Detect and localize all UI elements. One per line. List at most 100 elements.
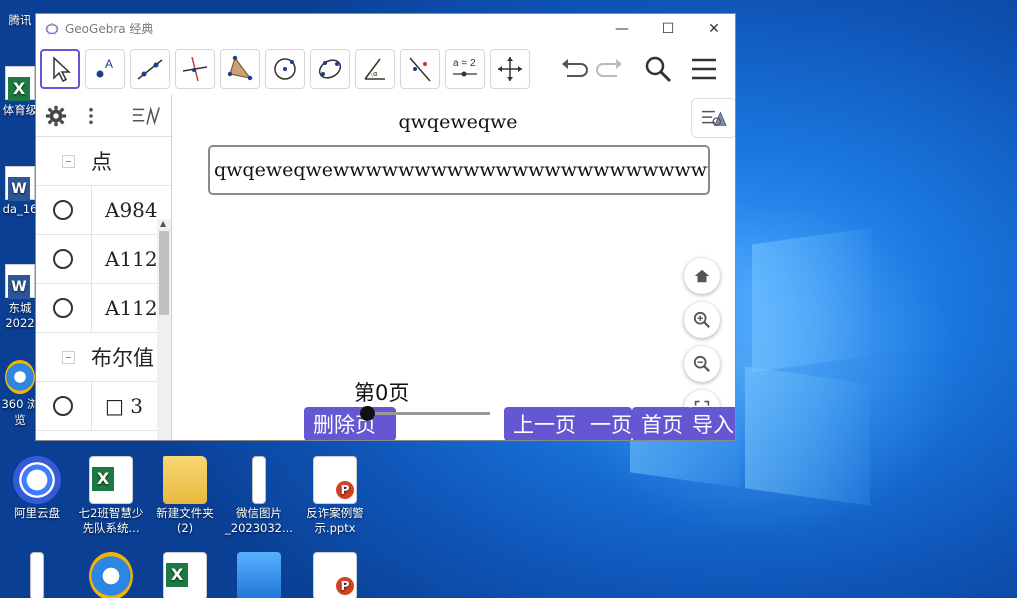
desktop-icon-word-2[interactable]: 东城 2022 bbox=[0, 264, 40, 330]
desktop-icon-label: 360 浏览 bbox=[1, 397, 39, 427]
button-label: 上一页 bbox=[513, 413, 576, 437]
tool-move[interactable] bbox=[40, 49, 80, 89]
desktop-icon-folder[interactable]: 新建文件夹 (2) bbox=[148, 456, 222, 536]
powerpoint-icon bbox=[313, 552, 357, 598]
tool-slider[interactable]: a = 2 bbox=[445, 49, 485, 89]
algebra-item[interactable]: □ 3 bbox=[36, 381, 171, 431]
maximize-button[interactable]: ☐ bbox=[645, 14, 691, 43]
sort-button[interactable] bbox=[130, 105, 164, 127]
geogebra-logo-icon bbox=[45, 22, 59, 34]
tool-perpendicular[interactable] bbox=[175, 49, 215, 89]
desktop-icon-ie-partial[interactable] bbox=[74, 552, 148, 598]
graphics-view[interactable]: qwqeweqwe qwqeweqwewwwwwwwwwwwwwwwwwwwww… bbox=[180, 95, 735, 440]
desktop-icon-label: 东城 2022 bbox=[5, 301, 35, 330]
scrollbar-thumb[interactable] bbox=[159, 231, 169, 315]
word-icon bbox=[5, 166, 35, 201]
move-arrows-icon bbox=[498, 57, 522, 81]
import-page-button[interactable]: 导入页 bbox=[688, 407, 735, 440]
desktop-icon-tencent[interactable]: 腾讯 bbox=[0, 0, 40, 28]
home-icon bbox=[694, 269, 710, 283]
redo-icon bbox=[596, 59, 622, 77]
algebra-view: 点 A984 A112 A112 布尔值 □ 3 ▲ bbox=[36, 95, 172, 440]
desktop-icon-aliyun[interactable]: 阿里云盘 bbox=[0, 456, 74, 521]
window-title: GeoGebra 经典 bbox=[65, 22, 154, 36]
tool-polygon[interactable] bbox=[220, 49, 260, 89]
desktop-icon-file-partial[interactable] bbox=[0, 552, 74, 598]
page-slider-handle[interactable] bbox=[360, 406, 375, 421]
button-label: 首页 bbox=[641, 413, 683, 437]
desktop-icon-pptx[interactable]: 反诈案例警示.pptx bbox=[298, 456, 372, 536]
previous-page-button[interactable]: 上一页 bbox=[504, 407, 596, 440]
input-box[interactable]: qwqeweqwewwwwwwwwwwwwwwwwwwwwwwwwwwweeee bbox=[208, 145, 710, 195]
desktop-icon-excel-partial[interactable] bbox=[148, 552, 222, 598]
button-label: 导入页 bbox=[692, 413, 735, 437]
toolbar: A α a = 2 bbox=[36, 43, 735, 95]
desktop-icon-word-1[interactable]: da_16 bbox=[0, 166, 40, 216]
algebra-item-value[interactable]: A112 bbox=[105, 296, 158, 320]
visibility-toggle[interactable] bbox=[53, 298, 73, 318]
algebra-item-value[interactable]: A112 bbox=[105, 247, 158, 271]
minimize-button[interactable]: — bbox=[599, 14, 645, 43]
tool-line[interactable] bbox=[130, 49, 170, 89]
divider bbox=[91, 185, 92, 235]
visibility-toggle[interactable] bbox=[53, 396, 73, 416]
algebra-item[interactable]: A112 bbox=[36, 234, 171, 284]
excel-icon bbox=[89, 456, 133, 504]
algebra-item[interactable]: A112 bbox=[36, 283, 171, 333]
tool-reflect[interactable] bbox=[400, 49, 440, 89]
divider bbox=[91, 381, 92, 431]
vertical-scrollbar[interactable]: ▲ ▼ bbox=[157, 219, 171, 440]
close-button[interactable]: ✕ bbox=[691, 14, 735, 43]
algebra-item-value[interactable]: □ 3 bbox=[105, 394, 143, 418]
ellipse-icon bbox=[318, 59, 342, 79]
settings-button[interactable] bbox=[44, 105, 68, 127]
zoom-in-button[interactable] bbox=[684, 302, 720, 338]
group-header-points[interactable]: 点 bbox=[36, 137, 171, 186]
visibility-toggle[interactable] bbox=[53, 249, 73, 269]
style-bar-button[interactable] bbox=[691, 98, 735, 138]
desktop-icon-zip-partial[interactable] bbox=[222, 552, 296, 598]
tool-angle[interactable]: α bbox=[355, 49, 395, 89]
file-icon bbox=[30, 552, 44, 598]
desktop-icon-label: 体育级 bbox=[2, 103, 38, 117]
geogebra-window: GeoGebra 经典 — ☐ ✕ A α a = 2 点 A984 A112 … bbox=[35, 13, 736, 441]
desktop-icon-excel-left[interactable]: 体育级 bbox=[0, 66, 40, 118]
home-button[interactable] bbox=[684, 258, 720, 294]
desktop-icon-excel[interactable]: 七2班智慧少先队系统... bbox=[74, 456, 148, 536]
group-header-boolean[interactable]: 布尔值 bbox=[36, 333, 171, 382]
wallpaper-pane bbox=[752, 227, 872, 373]
redo-button[interactable] bbox=[592, 49, 628, 89]
zoom-in-icon bbox=[693, 311, 710, 328]
algebra-item[interactable]: A984 bbox=[36, 185, 171, 235]
desktop-icon-label: da_16 bbox=[2, 202, 38, 216]
menu-button[interactable] bbox=[686, 49, 722, 89]
tool-point[interactable]: A bbox=[85, 49, 125, 89]
word-icon bbox=[5, 264, 35, 299]
desktop-icon-360[interactable]: 360 浏览 bbox=[0, 360, 40, 428]
first-page-button[interactable]: 首页 bbox=[632, 407, 692, 440]
page-number-label: 第0页 bbox=[354, 381, 410, 405]
zoom-out-button[interactable] bbox=[684, 346, 720, 382]
desktop-icon-label: 七2班智慧少先队系统... bbox=[78, 506, 144, 535]
desktop-icon-wechat-image[interactable]: 微信图片_2023032... bbox=[222, 456, 296, 536]
algebra-item-value[interactable]: A984 bbox=[105, 198, 158, 222]
svg-text:A: A bbox=[105, 57, 113, 71]
page-slider-track[interactable] bbox=[366, 412, 490, 415]
tool-circle[interactable] bbox=[265, 49, 305, 89]
undo-button[interactable] bbox=[556, 49, 592, 89]
desktop-icon-ppt-partial[interactable] bbox=[298, 552, 372, 598]
desktop-icon-label: 新建文件夹 (2) bbox=[156, 506, 214, 535]
tool-move-graphics[interactable] bbox=[490, 49, 530, 89]
title-bar[interactable]: GeoGebra 经典 — ☐ ✕ bbox=[36, 14, 735, 43]
gear-icon bbox=[45, 105, 67, 127]
collapse-toggle[interactable] bbox=[62, 154, 75, 168]
next-page-button[interactable]: 一页 bbox=[590, 407, 632, 440]
more-options-button[interactable] bbox=[81, 105, 101, 127]
search-button[interactable] bbox=[640, 49, 676, 89]
scroll-up-icon[interactable]: ▲ bbox=[160, 219, 166, 228]
excel-icon bbox=[163, 552, 207, 598]
excel-icon bbox=[5, 66, 35, 101]
tool-conic[interactable] bbox=[310, 49, 350, 89]
collapse-toggle[interactable] bbox=[62, 350, 75, 364]
visibility-toggle[interactable] bbox=[53, 200, 73, 220]
